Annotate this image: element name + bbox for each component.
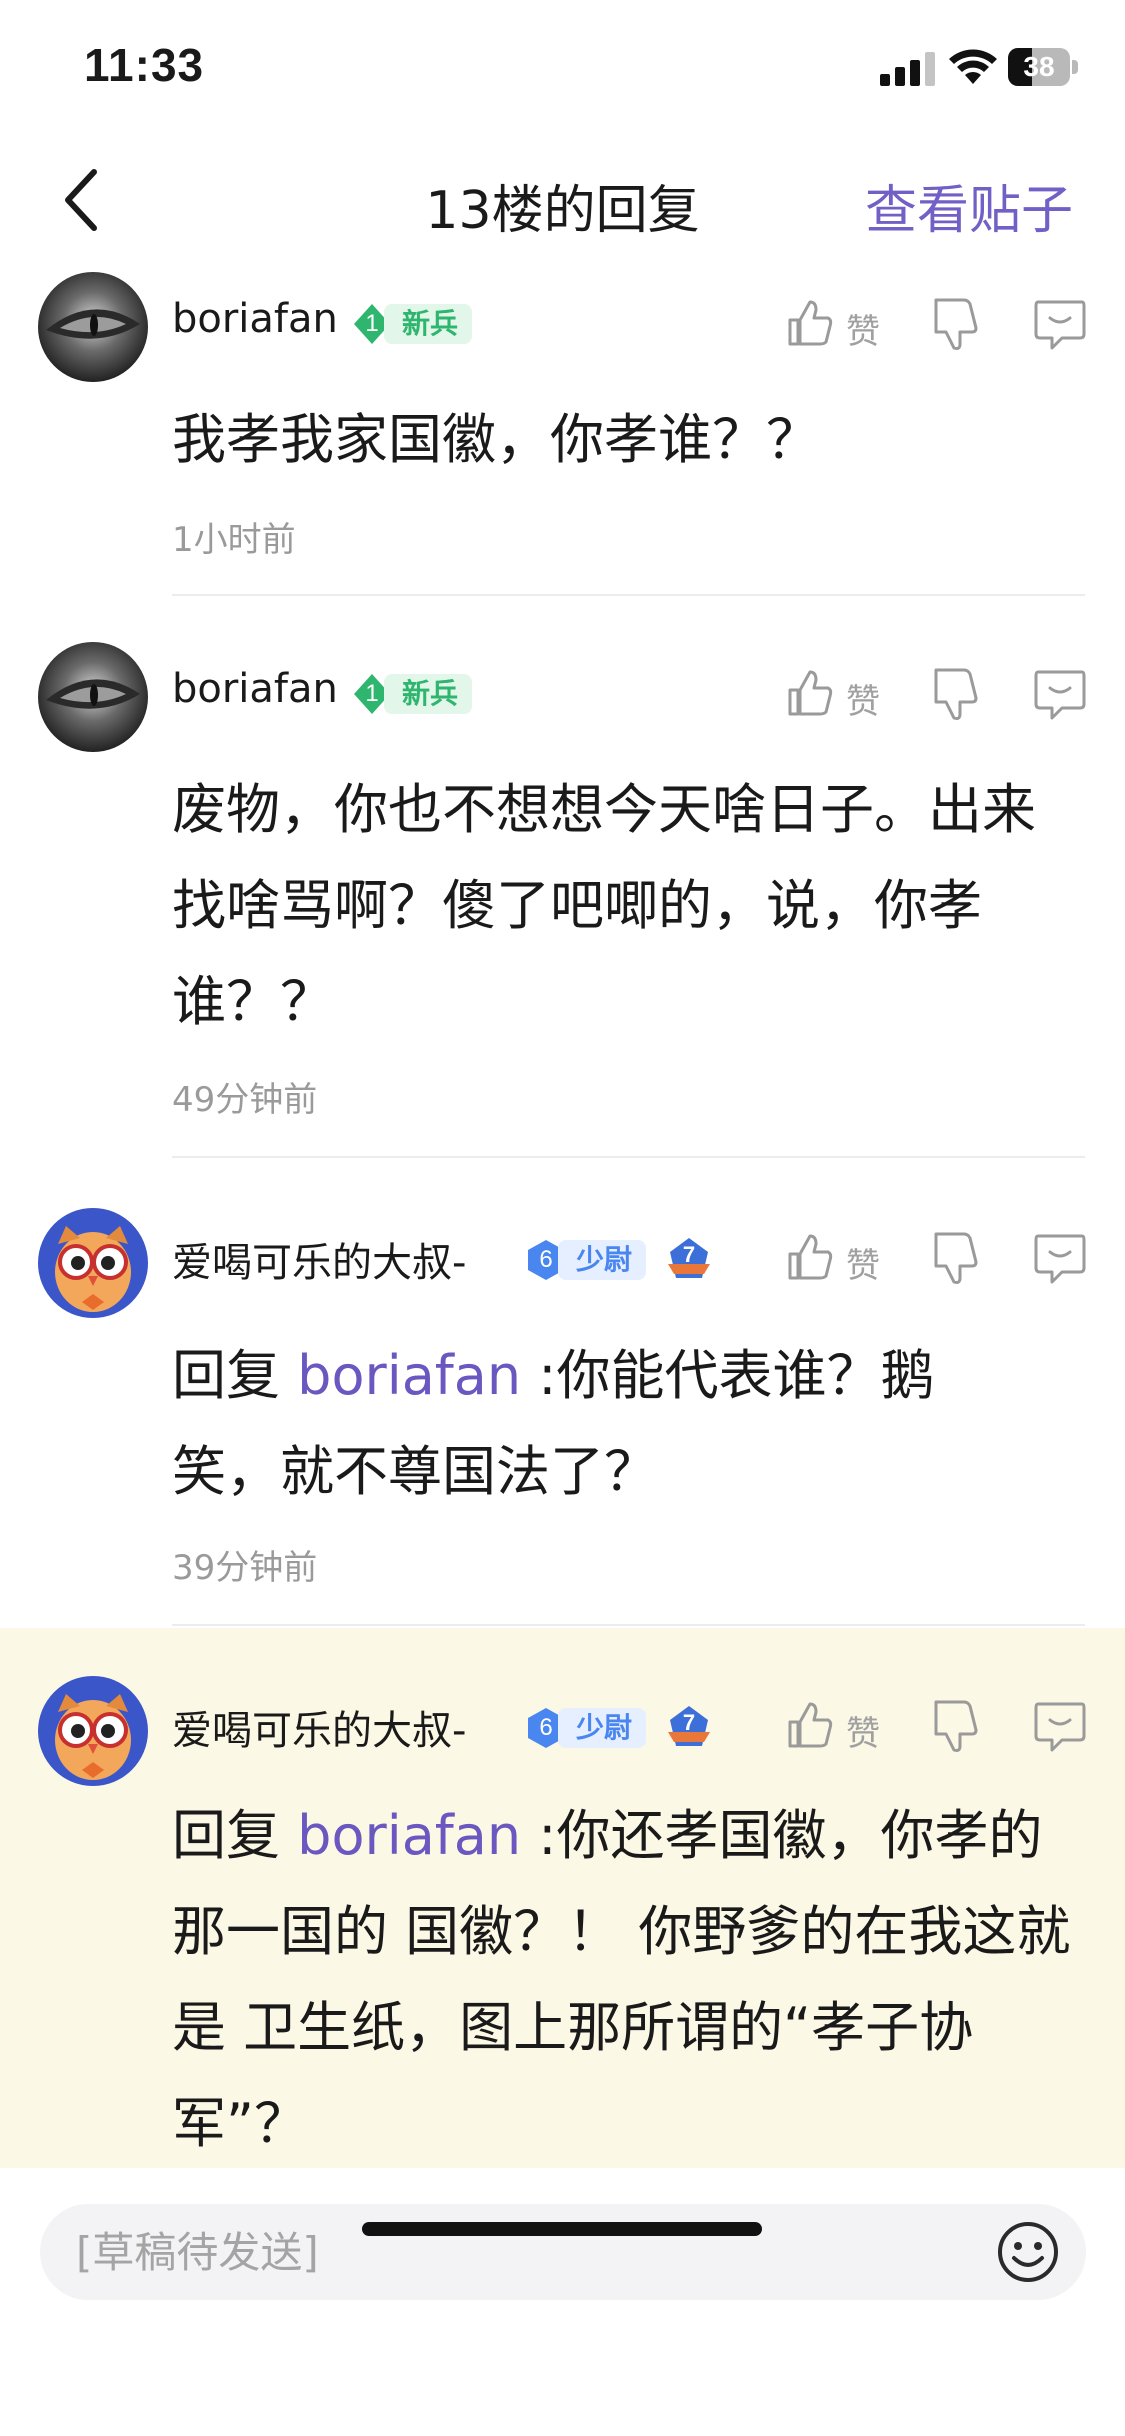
rank-number: 7 [682, 1710, 696, 1735]
thumbs-down-icon [934, 1700, 978, 1752]
comment-item: boriafan 1 新兵 赞 我孝我家国徽，你孝谁？？ 1小时前 [0, 260, 1125, 600]
status-bar: 11:33 38 [0, 0, 1125, 140]
comment-item: boriafan 1 新兵 赞 废物，你也不想想今天啥日子。出来找啥骂啊？傻了吧… [0, 630, 1125, 1170]
like-label: 赞 [846, 312, 880, 352]
reply-button[interactable] [1032, 1228, 1088, 1288]
avatar[interactable] [38, 1208, 148, 1318]
like-button[interactable]: 赞 [786, 664, 896, 724]
thumbs-up-icon [788, 1702, 833, 1748]
dislike-button[interactable] [930, 294, 982, 354]
level-title: 新兵 [384, 674, 473, 714]
thumbs-up-icon [788, 1234, 833, 1280]
smiley-icon [998, 2222, 1058, 2282]
comment-text: 回复 boriafan :你还孝国徽，你孝的那一国的 国徽？！ 你野爹的在我这就… [172, 1788, 1072, 2172]
reply-button[interactable] [1032, 294, 1088, 354]
reply-button[interactable] [1032, 664, 1088, 724]
view-post-link[interactable]: 查看贴子 [865, 168, 1073, 243]
like-label: 赞 [846, 1714, 880, 1754]
timestamp: 49分钟前 [172, 1080, 318, 1120]
comment-bubble-icon [1034, 300, 1086, 350]
battery-tip [1072, 60, 1078, 74]
thumbs-up-icon [788, 670, 833, 716]
divider [172, 594, 1085, 596]
cellular-signal-icon [880, 52, 935, 86]
comment-text: 回复 boriafan :你能代表谁？鹅笑，就不尊国法了？ [172, 1328, 1032, 1520]
like-button[interactable]: 赞 [786, 294, 896, 354]
owl-avatar-image [38, 1676, 148, 1786]
mention-link[interactable]: boriafan [297, 1804, 521, 1867]
wifi-icon [949, 49, 997, 84]
timestamp: 39分钟前 [172, 1548, 318, 1588]
divider [172, 1624, 1085, 1626]
status-time: 11:33 [84, 39, 205, 91]
comment-text: 废物，你也不想想今天啥日子。出来找啥骂啊？傻了吧唧的，说，你孝谁？？ [172, 778, 1036, 1033]
thumbs-down-icon [934, 668, 978, 720]
emoji-button[interactable] [996, 2220, 1060, 2284]
comment-bubble-icon [1034, 670, 1086, 720]
avatar[interactable] [38, 642, 148, 752]
level-title: 少尉 [558, 1708, 647, 1748]
nav-bar: 13楼的回复 查看贴子 [0, 140, 1125, 260]
avatar[interactable] [38, 272, 148, 382]
rank-medal-icon: 7 [664, 1234, 714, 1284]
home-indicator [362, 2222, 762, 2236]
reply-prefix: 回复 [172, 1804, 298, 1867]
dark-eye-avatar-image [38, 642, 148, 752]
reply-thread-screen: 11:33 38 13楼的回复 查看贴子 boriafan 1 新兵 赞 我孝我… [0, 0, 1125, 2436]
thumbs-down-icon [934, 298, 978, 350]
timestamp: 1小时前 [172, 520, 296, 560]
level-title: 少尉 [558, 1240, 647, 1280]
reply-prefix: 回复 [172, 1344, 298, 1407]
avatar[interactable] [38, 1676, 148, 1786]
username[interactable]: 爱喝可乐的大叔- [172, 1698, 466, 1756]
mention-link[interactable]: boriafan [297, 1344, 521, 1407]
like-button[interactable]: 赞 [786, 1228, 896, 1288]
like-button[interactable]: 赞 [786, 1696, 896, 1756]
comment-text: 我孝我家国徽，你孝谁？？ [172, 408, 820, 471]
dislike-button[interactable] [930, 1696, 982, 1756]
dislike-button[interactable] [930, 1228, 982, 1288]
like-label: 赞 [846, 1246, 880, 1286]
divider [172, 1156, 1085, 1158]
dislike-button[interactable] [930, 664, 982, 724]
battery-percent: 38 [1023, 51, 1055, 82]
reply-button[interactable] [1032, 1696, 1088, 1756]
username[interactable]: 爱喝可乐的大叔- [172, 1230, 466, 1288]
thumbs-up-icon [788, 300, 833, 346]
reply-input[interactable] [40, 2204, 1086, 2300]
battery-icon: 38 [1008, 48, 1080, 88]
owl-avatar-image [38, 1208, 148, 1318]
battery-body: 38 [1008, 48, 1070, 86]
comment-item-highlighted: 爱喝可乐的大叔- 6 少尉 7 赞 回复 boriafan:你还孝国徽，你孝的… [0, 1628, 1125, 2168]
comment-bubble-icon [1034, 1234, 1086, 1284]
comment-bubble-icon [1034, 1702, 1086, 1752]
comment-item: 爱喝可乐的大叔- 6 少尉 7 赞 回复 boriafan:你能代表谁？鹅笑，… [0, 1192, 1125, 1632]
like-label: 赞 [846, 682, 880, 722]
rank-medal-icon: 7 [664, 1702, 714, 1752]
thumbs-down-icon [934, 1232, 978, 1284]
level-title: 新兵 [384, 304, 473, 344]
dark-eye-avatar-image [38, 272, 148, 382]
username[interactable]: boriafan [172, 296, 338, 342]
rank-number: 7 [682, 1242, 696, 1267]
username[interactable]: boriafan [172, 666, 338, 712]
composer-bar [0, 2168, 1125, 2436]
